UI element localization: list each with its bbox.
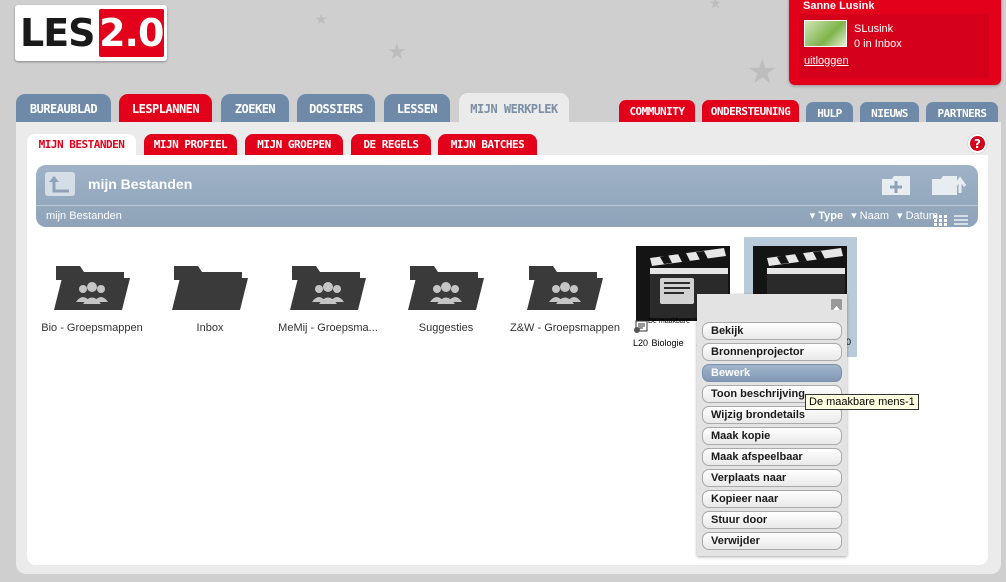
document-icon [633, 320, 648, 339]
folder-item[interactable]: Inbox [155, 262, 265, 334]
subtab-mijn-batches[interactable]: MIJN BATCHES [438, 134, 537, 155]
logout-link[interactable]: uitloggen [804, 55, 849, 67]
user-name: Sanne Lusink [803, 0, 875, 12]
context-menu: Bekijk Bronnenprojector Bewerk Toon besc… [697, 294, 847, 556]
media-meta: L20 Biologie 1 [633, 338, 701, 348]
tab-lessen[interactable]: LESSEN [384, 94, 450, 124]
star-decoration: ★ [315, 12, 328, 28]
tab-zoeken[interactable]: ZOEKEN [221, 94, 289, 124]
menu-item-maak-kopie[interactable]: Maak kopie [702, 427, 842, 445]
media-caption: De maakbare [648, 318, 691, 325]
meta-subject: Biologie [651, 338, 684, 348]
menu-item-bekijk[interactable]: Bekijk [702, 322, 842, 340]
folder-label: Bio - Groepsmappen [41, 322, 143, 334]
sort-name-label: Naam [859, 210, 890, 222]
folder-item[interactable]: MeMij - Groepsma... [273, 262, 383, 334]
new-folder-button[interactable] [880, 173, 914, 201]
group-folder-icon [527, 266, 603, 310]
menu-item-kopieer-naar[interactable]: Kopieer naar [702, 490, 842, 508]
tab-ondersteuning[interactable]: ONDERSTEUNING [702, 100, 799, 123]
meta-code: L20 [633, 338, 649, 348]
folder-label: Inbox [196, 322, 224, 334]
folder-item[interactable]: Suggesties [391, 262, 501, 334]
tab-lesplannen[interactable]: LESPLANNEN [119, 94, 212, 124]
subtab-mijn-groepen[interactable]: MIJN GROEPEN [245, 134, 343, 155]
tab-dossiers[interactable]: DOSSIERS [297, 94, 375, 124]
folder-label: Suggesties [418, 322, 474, 334]
divider [36, 205, 978, 206]
folder-label: MeMij - Groepsma... [278, 322, 378, 334]
breadcrumb[interactable]: mijn Bestanden [46, 210, 122, 222]
tab-bureaublad[interactable]: BUREAUBLAD [16, 94, 111, 124]
scroll-up-button[interactable] [831, 299, 842, 310]
new-folder-icon [882, 176, 910, 195]
logo-text: LES [20, 11, 96, 55]
sort-type-label: Type [818, 210, 844, 222]
sort-date[interactable]: ▾ Datum [897, 209, 938, 222]
folder-icon [172, 266, 248, 310]
folder-up-icon [49, 176, 69, 193]
folder-header-bar: mijn Bestanden mijn Bestanden ▾ Type ▾ N… [36, 165, 978, 227]
menu-item-maak-afspeelbaar[interactable]: Maak afspeelbaar [702, 448, 842, 466]
tab-community[interactable]: COMMUNITY [619, 100, 695, 123]
sort-name[interactable]: ▾ Naam [851, 209, 889, 222]
help-button[interactable]: ? [968, 134, 987, 153]
folder-item[interactable]: Bio - Groepsmappen [37, 262, 147, 334]
user-login[interactable]: SLusink [854, 23, 893, 35]
chevron-up-icon [833, 306, 840, 310]
group-folder-icon [54, 266, 130, 310]
subtab-de-regels[interactable]: DE REGELS [351, 134, 431, 155]
grid-view-button[interactable] [934, 211, 948, 226]
menu-item-bewerk[interactable]: Bewerk [702, 364, 842, 382]
menu-item-verplaats-naar[interactable]: Verplaats naar [702, 469, 842, 487]
parent-folder-button[interactable] [45, 172, 75, 196]
subtab-mijn-bestanden[interactable]: MIJN BESTANDEN [27, 134, 136, 155]
tooltip: De maakbare mens-1 [805, 394, 919, 410]
list-view-button[interactable] [954, 211, 968, 225]
upload-folder-icon [932, 176, 967, 195]
list-view-icon [954, 215, 968, 225]
menu-item-stuur-door[interactable]: Stuur door [702, 511, 842, 529]
user-box: Sanne Lusink SLusink 0 in Inbox uitlogge… [789, 0, 1001, 85]
sort-type[interactable]: ▾ Type [810, 209, 843, 222]
user-info-panel: SLusink 0 in Inbox uitloggen [799, 14, 989, 78]
logo-version: 2.0 [98, 9, 164, 57]
group-folder-icon [408, 266, 484, 310]
grid-view-icon [934, 215, 947, 226]
group-folder-icon [290, 266, 366, 310]
upload-button[interactable] [930, 173, 970, 201]
folder-label: Z&W - Groepsmappen [510, 322, 621, 334]
tab-mijn-werkplek[interactable]: MIJN WERKPLEK [459, 93, 569, 125]
folder-item[interactable]: Z&W - Groepsmappen [510, 262, 620, 334]
menu-item-bronnenprojector[interactable]: Bronnenprojector [702, 343, 842, 361]
star-decoration: ★ [747, 52, 778, 92]
avatar[interactable] [804, 20, 847, 47]
sort-options: ▾ Type ▾ Naam ▾ Datum [810, 209, 938, 222]
menu-item-verwijder[interactable]: Verwijder [702, 532, 842, 550]
star-decoration: ★ [387, 40, 407, 65]
les-logo[interactable]: LES 2.0 [15, 5, 167, 61]
folder-title: mijn Bestanden [88, 176, 193, 192]
subtab-mijn-profiel[interactable]: MIJN PROFIEL [144, 134, 237, 155]
star-decoration: ★ [709, 0, 722, 12]
inbox-count[interactable]: 0 in Inbox [854, 38, 902, 50]
